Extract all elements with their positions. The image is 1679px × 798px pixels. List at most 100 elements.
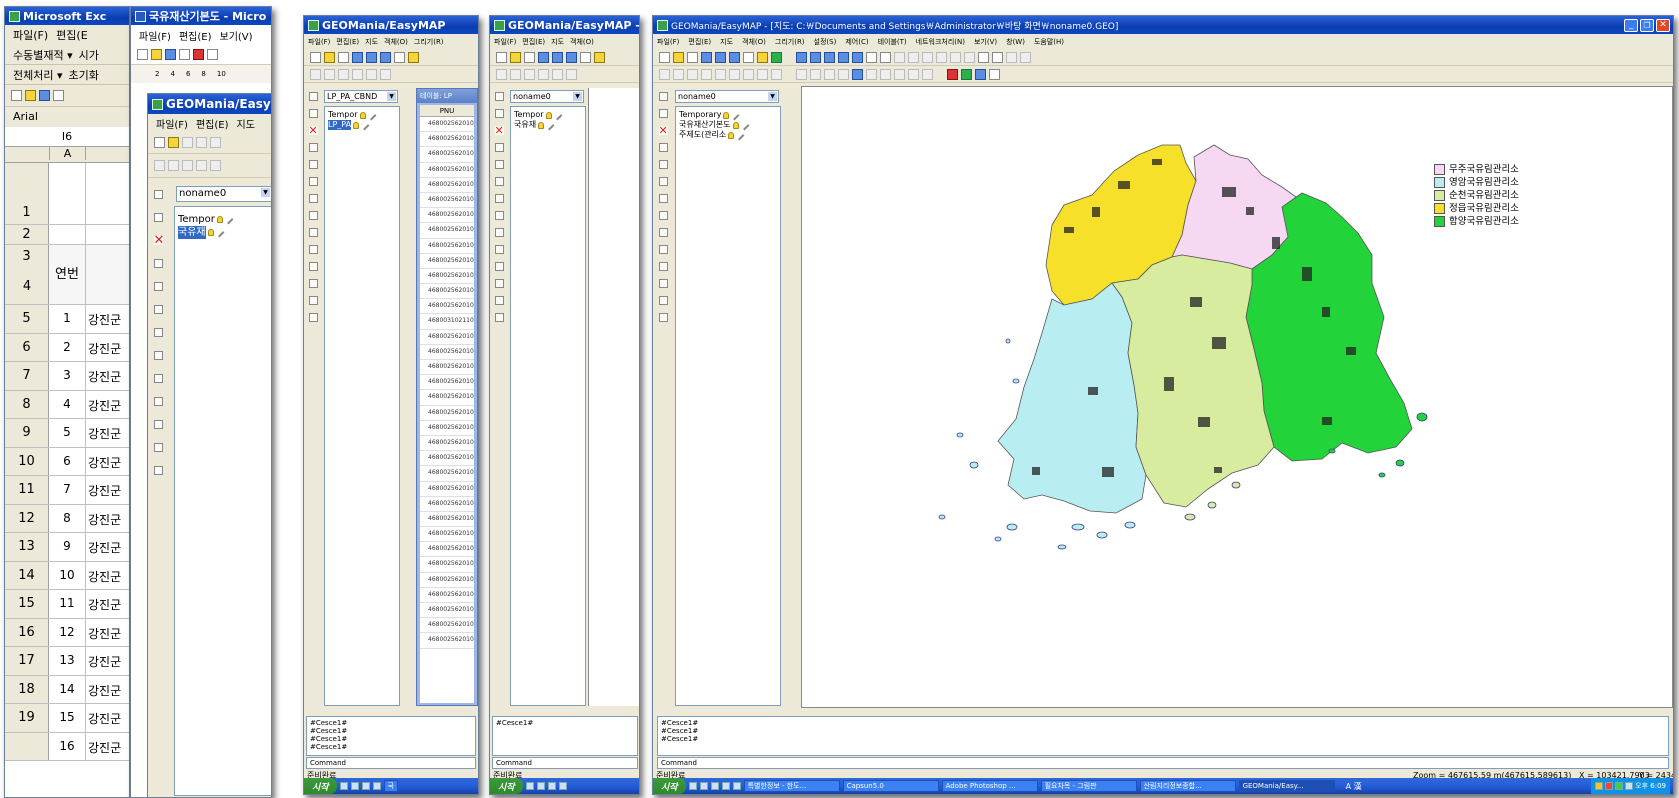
- tool-icon[interactable]: [1020, 51, 1031, 63]
- tool-icon[interactable]: [494, 211, 504, 220]
- tool-icon[interactable]: [308, 279, 318, 288]
- geo3-map-canvas[interactable]: [588, 88, 639, 706]
- geo3-map-combo[interactable]: noname0 ▼: [510, 90, 584, 103]
- tray-icon[interactable]: [1625, 782, 1634, 790]
- full-extent-icon[interactable]: [380, 51, 391, 63]
- polygon-tool-icon[interactable]: [524, 68, 535, 80]
- rect-tool-icon[interactable]: [168, 160, 179, 171]
- taskbar-item[interactable]: 특별한정보 - 한도...: [743, 780, 840, 792]
- arc-tool-icon[interactable]: [352, 68, 363, 80]
- tool-icon[interactable]: [153, 351, 163, 360]
- menu-view[interactable]: 보기(V): [974, 37, 997, 47]
- tool-icon[interactable]: [153, 328, 163, 337]
- row-header[interactable]: 7: [5, 362, 49, 390]
- geo3-title-bar[interactable]: GEOMania/EasyMAP - [지도:: [490, 16, 639, 34]
- table-row[interactable]: 4680025620100: [420, 208, 474, 224]
- header-cell-serial[interactable]: 연번: [49, 245, 86, 304]
- polygon-tool-icon[interactable]: [182, 160, 193, 171]
- zoom-in-icon[interactable]: [538, 51, 549, 63]
- row-header[interactable]: 5: [5, 305, 49, 333]
- attribute-table[interactable]: PNU 4680025620100 4680025620100 4680025620…: [420, 105, 474, 703]
- tool-icon[interactable]: [1006, 51, 1017, 63]
- excel-font-box[interactable]: Arial: [5, 107, 129, 127]
- start-button[interactable]: 시작: [490, 778, 523, 794]
- row-header[interactable]: 10: [5, 447, 49, 475]
- zoom-out-icon[interactable]: [715, 51, 726, 63]
- pan-icon[interactable]: [494, 177, 504, 186]
- cell-serial[interactable]: 8: [49, 504, 86, 532]
- table-row[interactable]: 7 3 강진군: [5, 362, 129, 391]
- table-row[interactable]: 15 11 강진군: [5, 590, 129, 619]
- new-icon[interactable]: [310, 51, 321, 63]
- polygon-tool-icon[interactable]: [687, 68, 698, 80]
- row-header[interactable]: 15: [5, 590, 49, 618]
- tool-icon[interactable]: [494, 194, 504, 203]
- row-header[interactable]: 8: [5, 390, 49, 418]
- table-row[interactable]: 4680025620100: [420, 284, 474, 300]
- menu-file[interactable]: 파일(F): [494, 37, 516, 47]
- excel-name-box[interactable]: I6: [5, 127, 129, 147]
- quicklaunch-icon[interactable]: [558, 782, 567, 790]
- menu-control[interactable]: 제어(C): [845, 37, 868, 47]
- pan-icon[interactable]: [866, 51, 877, 63]
- tool-icon[interactable]: [153, 397, 163, 406]
- layer-icon[interactable]: [658, 109, 668, 118]
- quicklaunch-icon[interactable]: [699, 782, 708, 790]
- zoom-in-icon[interactable]: [352, 51, 363, 63]
- zoom-icon[interactable]: [196, 137, 207, 148]
- save-icon[interactable]: [687, 51, 698, 63]
- tool-icon[interactable]: [950, 51, 961, 63]
- geo3-command-input[interactable]: Command: [492, 757, 638, 769]
- cell-serial[interactable]: 16: [49, 732, 86, 760]
- taskbar-item[interactable]: 국: [383, 780, 399, 792]
- cell-serial[interactable]: 15: [49, 704, 86, 732]
- color-icon[interactable]: [975, 68, 986, 80]
- row-header[interactable]: 17: [5, 647, 49, 675]
- cell-county[interactable]: 강진군: [88, 305, 121, 333]
- table-row[interactable]: 13 9 강진군: [5, 533, 129, 562]
- table-row[interactable]: 4680025620100: [420, 573, 474, 588]
- close-icon[interactable]: ✕: [1656, 18, 1670, 32]
- cell-county[interactable]: 강진군: [88, 733, 121, 761]
- table-row[interactable]: 8 4 강진군: [5, 390, 129, 419]
- table-row[interactable]: 4680025620100: [420, 330, 474, 345]
- tool-icon[interactable]: [964, 51, 975, 63]
- maximize-icon[interactable]: ❐: [1640, 18, 1654, 32]
- line-tool-icon[interactable]: [154, 160, 165, 171]
- table-row[interactable]: 4680031021100: [420, 314, 474, 330]
- table-row[interactable]: 11 7 강진군: [5, 476, 129, 505]
- start-button[interactable]: 시작: [304, 778, 337, 794]
- open-icon[interactable]: [168, 137, 179, 148]
- print-icon[interactable]: [743, 51, 754, 63]
- text-tool-icon[interactable]: [380, 68, 391, 80]
- tool-icon[interactable]: [838, 68, 849, 80]
- tool-icon[interactable]: [757, 68, 768, 80]
- info-icon[interactable]: [757, 51, 768, 63]
- arc-tool-icon[interactable]: [196, 160, 207, 171]
- table-row[interactable]: 4680025620100: [420, 527, 474, 543]
- print-icon[interactable]: [53, 90, 64, 101]
- cell-serial[interactable]: 7: [49, 476, 86, 504]
- table-row[interactable]: 4680025620100: [420, 466, 474, 482]
- tool-icon[interactable]: [494, 279, 504, 288]
- circle-tool-icon[interactable]: [715, 68, 726, 80]
- table-row[interactable]: 17 13 강진군: [5, 647, 129, 676]
- zoom-extent-icon[interactable]: [210, 137, 221, 148]
- zoom-icon[interactable]: [796, 51, 807, 63]
- edit-pen-icon[interactable]: [544, 120, 555, 130]
- tray-icon[interactable]: [1605, 782, 1614, 790]
- table-row[interactable]: 4680025620100: [420, 269, 474, 285]
- taskbar-item[interactable]: 산림지리정보종합...: [1139, 780, 1236, 792]
- table-row[interactable]: 4680025620100: [420, 178, 474, 193]
- visible-bulb-icon[interactable]: [545, 111, 552, 119]
- geo2-title-bar[interactable]: GEOMania/EasyMAP: [304, 16, 478, 34]
- table-row[interactable]: 18 14 강진군: [5, 675, 129, 704]
- open-icon[interactable]: [25, 90, 36, 101]
- cell-county[interactable]: 강진군: [88, 533, 121, 561]
- excel-btn-market[interactable]: 시가: [79, 47, 99, 63]
- table-row[interactable]: 4680025620100: [420, 299, 474, 315]
- menu-settings[interactable]: 설정(S): [814, 37, 837, 47]
- tool-icon[interactable]: [743, 68, 754, 80]
- zoom-icon[interactable]: [810, 51, 821, 63]
- edit-pen-icon[interactable]: [739, 120, 749, 130]
